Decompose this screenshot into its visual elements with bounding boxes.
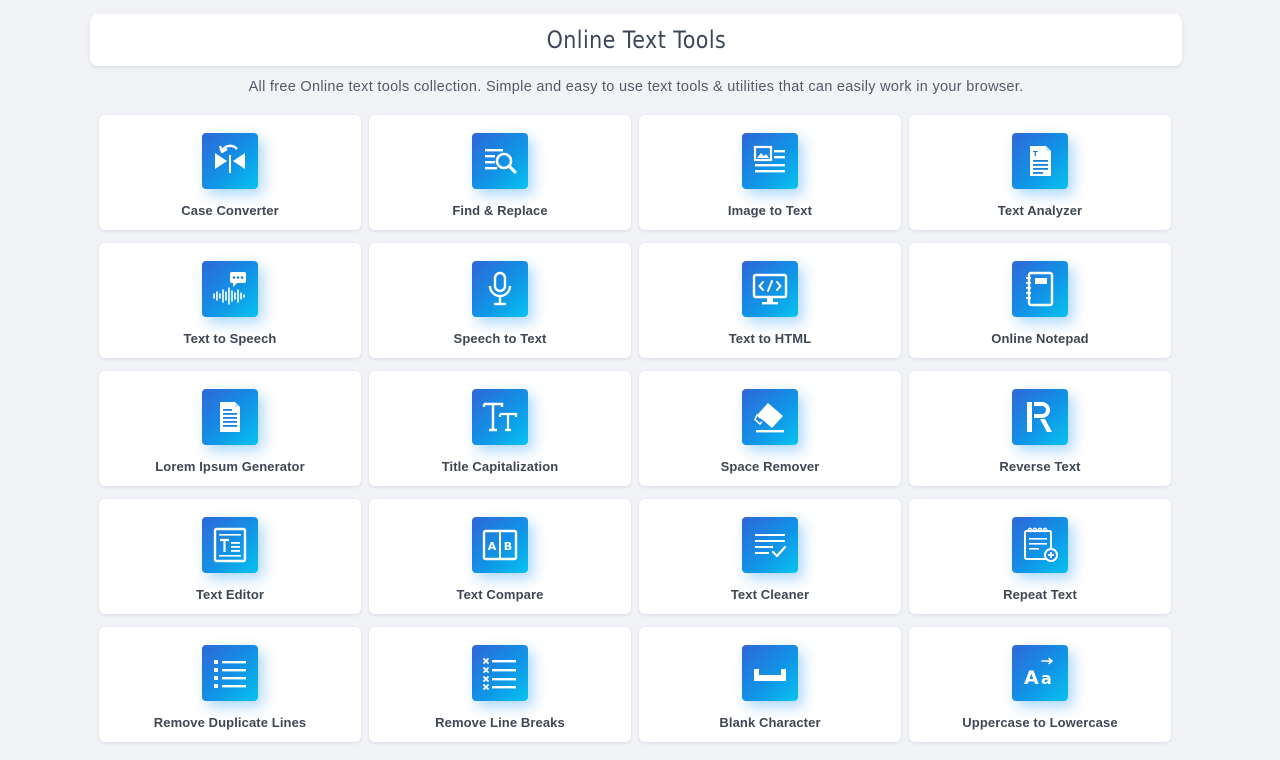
tool-label: Speech to Text — [453, 331, 547, 346]
tool-card-find-replace[interactable]: Find & Replace — [369, 115, 631, 230]
tool-label: Title Capitalization — [441, 459, 559, 474]
tool-card-reverse-text[interactable]: Reverse Text — [909, 371, 1171, 486]
tool-label: Uppercase to Lowercase — [962, 715, 1118, 730]
tool-card-text-to-html[interactable]: Text to HTML — [639, 243, 901, 358]
image-to-text-icon — [742, 133, 798, 189]
tool-card-lorem-ipsum-generator[interactable]: Lorem Ipsum Generator — [99, 371, 361, 486]
tool-card-image-to-text[interactable]: Image to Text — [639, 115, 901, 230]
tool-card-text-compare[interactable]: A B Text Compare — [369, 499, 631, 614]
svg-text:A: A — [488, 540, 497, 553]
tool-card-case-converter[interactable]: Case Converter — [99, 115, 361, 230]
tool-label: Text Cleaner — [730, 587, 810, 602]
tool-label: Remove Duplicate Lines — [153, 715, 307, 730]
tool-label: Remove Line Breaks — [435, 715, 565, 730]
case-converter-icon — [202, 133, 258, 189]
tool-card-repeat-text[interactable]: Repeat Text — [909, 499, 1171, 614]
code-monitor-icon — [742, 261, 798, 317]
tool-label: Reverse Text — [999, 459, 1081, 474]
tool-card-text-analyzer[interactable]: T Text Analyzer — [909, 115, 1171, 230]
reverse-r-icon — [1012, 389, 1068, 445]
tool-label: Space Remover — [720, 459, 820, 474]
compare-ab-icon: A B — [472, 517, 528, 573]
find-replace-icon — [472, 133, 528, 189]
svg-text:B: B — [504, 540, 512, 553]
blank-space-icon — [742, 645, 798, 701]
tool-label: Repeat Text — [1003, 587, 1077, 602]
tool-label: Blank Character — [719, 715, 821, 730]
tool-card-text-to-speech[interactable]: Text to Speech — [99, 243, 361, 358]
document-icon — [202, 389, 258, 445]
microphone-icon — [472, 261, 528, 317]
tool-card-text-cleaner[interactable]: Text Cleaner — [639, 499, 901, 614]
text-editor-icon — [202, 517, 258, 573]
tool-card-remove-duplicate-lines[interactable]: Remove Duplicate Lines — [99, 627, 361, 742]
page-subtitle: All free Online text tools collection. S… — [248, 79, 1024, 95]
page-title: Online Text Tools — [546, 26, 726, 54]
text-analyzer-icon: T — [1012, 133, 1068, 189]
tool-label: Lorem Ipsum Generator — [155, 459, 305, 474]
tool-card-online-notepad[interactable]: Online Notepad — [909, 243, 1171, 358]
lines-check-icon — [742, 517, 798, 573]
tool-label: Text to Speech — [183, 331, 277, 346]
tool-label: Image to Text — [727, 203, 813, 218]
tool-label: Text Editor — [195, 587, 265, 602]
tool-card-remove-line-breaks[interactable]: Remove Line Breaks — [369, 627, 631, 742]
svg-text:a: a — [1041, 669, 1052, 688]
tool-card-blank-character[interactable]: Blank Character — [639, 627, 901, 742]
tools-grid: Case Converter Find & Replace Image to T… — [99, 115, 1173, 742]
tool-card-space-remover[interactable]: Space Remover — [639, 371, 901, 486]
tool-card-title-capitalization[interactable]: Title Capitalization — [369, 371, 631, 486]
tool-label: Find & Replace — [452, 203, 548, 218]
tool-label: Text to HTML — [728, 331, 812, 346]
eraser-icon — [742, 389, 798, 445]
tool-card-text-editor[interactable]: Text Editor — [99, 499, 361, 614]
x-list-icon — [472, 645, 528, 701]
svg-text:A: A — [1024, 667, 1039, 689]
repeat-notebook-icon — [1012, 517, 1068, 573]
header-card: Online Text Tools — [90, 14, 1182, 66]
text-to-speech-icon — [202, 261, 258, 317]
tool-card-uppercase-to-lowercase[interactable]: A a Uppercase to Lowercase — [909, 627, 1171, 742]
notepad-icon — [1012, 261, 1068, 317]
uppercase-lowercase-icon: A a — [1012, 645, 1068, 701]
tool-label: Case Converter — [181, 203, 279, 218]
tool-label: Online Notepad — [991, 331, 1089, 346]
svg-text:T: T — [1033, 150, 1038, 158]
tool-label: Text Analyzer — [997, 203, 1083, 218]
bullet-list-icon — [202, 645, 258, 701]
page: Online Text Tools All free Online text t… — [0, 0, 1280, 760]
tool-label: Text Compare — [456, 587, 544, 602]
tool-card-speech-to-text[interactable]: Speech to Text — [369, 243, 631, 358]
title-case-icon — [472, 389, 528, 445]
